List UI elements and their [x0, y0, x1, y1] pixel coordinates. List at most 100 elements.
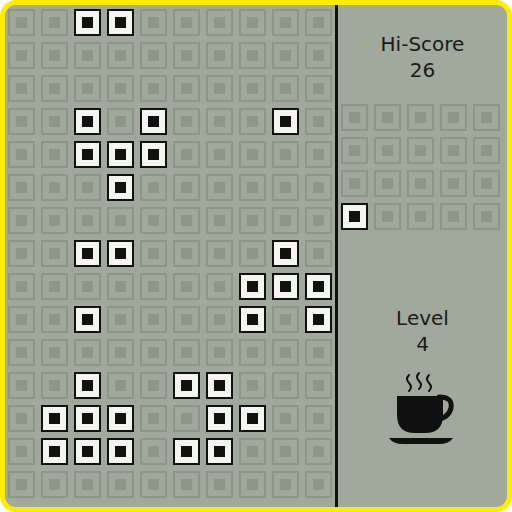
empty-cell — [203, 105, 236, 138]
empty-cell — [470, 134, 503, 167]
empty-cell — [371, 167, 404, 200]
empty-cell — [104, 303, 137, 336]
filled-cell — [104, 138, 137, 171]
empty-cell — [38, 105, 71, 138]
filled-cell — [269, 105, 302, 138]
empty-cell — [236, 369, 269, 402]
empty-cell — [38, 336, 71, 369]
empty-cell — [104, 204, 137, 237]
empty-cell — [269, 468, 302, 501]
empty-cell — [170, 270, 203, 303]
filled-cell — [338, 200, 371, 233]
empty-cell — [137, 303, 170, 336]
empty-cell — [104, 270, 137, 303]
filled-cell — [203, 402, 236, 435]
empty-cell — [5, 435, 38, 468]
empty-cell — [137, 6, 170, 39]
empty-cell — [371, 200, 404, 233]
empty-cell — [236, 72, 269, 105]
empty-cell — [71, 171, 104, 204]
filled-cell — [236, 270, 269, 303]
empty-cell — [302, 105, 335, 138]
empty-cell — [437, 167, 470, 200]
empty-cell — [38, 6, 71, 39]
empty-cell — [203, 303, 236, 336]
game-screen: Hi-Score26Level4 — [0, 0, 512, 512]
filled-cell — [137, 138, 170, 171]
empty-cell — [269, 6, 302, 39]
empty-cell — [137, 369, 170, 402]
coffee-cup-icon[interactable] — [387, 371, 459, 447]
filled-cell — [203, 435, 236, 468]
filled-cell — [71, 435, 104, 468]
empty-cell — [71, 336, 104, 369]
empty-cell — [104, 105, 137, 138]
empty-cell — [302, 402, 335, 435]
empty-cell — [236, 435, 269, 468]
side-panel: Hi-Score26Level4 — [338, 5, 507, 507]
empty-cell — [71, 204, 104, 237]
filled-cell — [236, 303, 269, 336]
empty-cell — [203, 6, 236, 39]
empty-cell — [137, 402, 170, 435]
filled-cell — [71, 6, 104, 39]
empty-cell — [236, 39, 269, 72]
pause-indicator[interactable] — [387, 371, 459, 447]
empty-cell — [236, 6, 269, 39]
empty-cell — [302, 435, 335, 468]
empty-cell — [236, 105, 269, 138]
empty-cell — [203, 204, 236, 237]
filled-cell — [302, 270, 335, 303]
empty-cell — [302, 39, 335, 72]
game-board — [5, 5, 335, 507]
filled-cell — [170, 435, 203, 468]
empty-cell — [203, 72, 236, 105]
empty-cell — [170, 105, 203, 138]
empty-cell — [437, 200, 470, 233]
empty-cell — [302, 204, 335, 237]
empty-cell — [71, 39, 104, 72]
empty-cell — [104, 468, 137, 501]
empty-cell — [5, 72, 38, 105]
empty-cell — [5, 237, 38, 270]
empty-cell — [338, 101, 371, 134]
empty-cell — [236, 204, 269, 237]
empty-cell — [38, 237, 71, 270]
filled-cell — [71, 402, 104, 435]
filled-cell — [38, 402, 71, 435]
filled-cell — [104, 6, 137, 39]
empty-cell — [236, 138, 269, 171]
empty-cell — [371, 101, 404, 134]
empty-cell — [269, 402, 302, 435]
empty-cell — [302, 369, 335, 402]
empty-cell — [5, 105, 38, 138]
empty-cell — [170, 6, 203, 39]
level-label: Level — [396, 305, 449, 331]
level-block: Level4 — [396, 305, 449, 357]
empty-cell — [170, 402, 203, 435]
empty-cell — [338, 134, 371, 167]
empty-cell — [437, 101, 470, 134]
empty-cell — [38, 303, 71, 336]
empty-cell — [170, 72, 203, 105]
empty-cell — [38, 138, 71, 171]
empty-cell — [404, 134, 437, 167]
empty-cell — [470, 101, 503, 134]
empty-cell — [302, 6, 335, 39]
empty-cell — [5, 6, 38, 39]
empty-cell — [5, 468, 38, 501]
empty-cell — [269, 138, 302, 171]
empty-cell — [269, 204, 302, 237]
empty-cell — [104, 39, 137, 72]
filled-cell — [269, 270, 302, 303]
empty-cell — [269, 369, 302, 402]
filled-cell — [302, 303, 335, 336]
empty-cell — [203, 138, 236, 171]
empty-cell — [170, 39, 203, 72]
empty-cell — [269, 303, 302, 336]
filled-cell — [71, 369, 104, 402]
empty-cell — [470, 200, 503, 233]
filled-cell — [137, 105, 170, 138]
empty-cell — [5, 402, 38, 435]
filled-cell — [269, 237, 302, 270]
